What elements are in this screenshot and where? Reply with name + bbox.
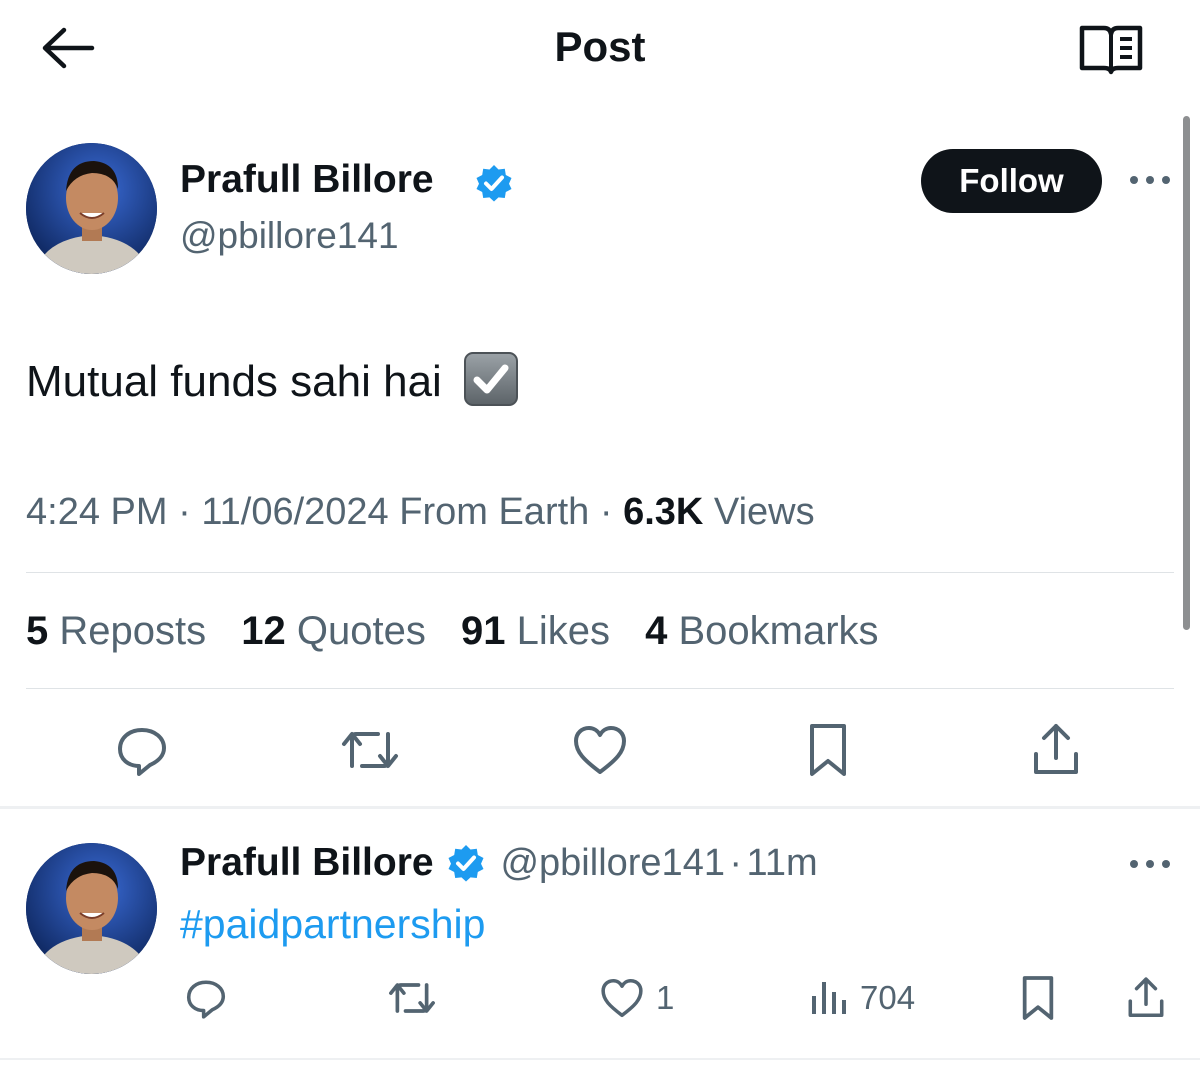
page-title: Post bbox=[554, 23, 646, 70]
avatar[interactable] bbox=[26, 143, 157, 274]
avatar-image bbox=[26, 843, 157, 974]
bookmark-icon bbox=[810, 724, 846, 776]
reply-button[interactable] bbox=[108, 716, 176, 784]
repost-icon bbox=[342, 732, 398, 768]
reply-author-name[interactable]: Prafull Billore bbox=[180, 840, 434, 886]
reply-repost-button[interactable] bbox=[386, 970, 438, 1026]
reply-bookmark-button[interactable] bbox=[1018, 970, 1058, 1026]
more-options-icon[interactable] bbox=[1128, 170, 1172, 190]
reply-share-button[interactable] bbox=[1124, 970, 1168, 1026]
share-icon bbox=[1128, 977, 1164, 1018]
post-meta: 4:24 PM · 11/06/2024 From Earth · 6.3K V… bbox=[26, 491, 815, 533]
reply-more-options-icon[interactable] bbox=[1128, 854, 1172, 874]
section-divider bbox=[0, 806, 1200, 809]
post-text-content: Mutual funds sahi hai bbox=[26, 357, 442, 406]
repost-button[interactable] bbox=[336, 716, 404, 784]
like-icon bbox=[574, 726, 626, 774]
stat-reposts[interactable]: 5 Reposts bbox=[26, 609, 206, 653]
reply-separator: · bbox=[729, 842, 743, 884]
verified-badge-icon bbox=[474, 163, 514, 203]
reply-avatar[interactable] bbox=[26, 843, 157, 974]
divider bbox=[26, 572, 1174, 573]
views-count: 6.3K bbox=[623, 491, 704, 533]
reply-hashtag[interactable]: #paidpartnership bbox=[180, 898, 485, 950]
post-text: Mutual funds sahi hai bbox=[26, 352, 519, 410]
author-name[interactable]: Prafull Billore bbox=[180, 157, 434, 203]
reply-like-button[interactable]: 1 bbox=[598, 970, 674, 1026]
views-icon bbox=[812, 982, 846, 1014]
reply-handle[interactable]: @pbillore141 bbox=[500, 842, 725, 884]
share-icon bbox=[1034, 724, 1078, 774]
follow-button[interactable]: Follow bbox=[921, 149, 1102, 213]
post-source: From Earth bbox=[399, 491, 590, 533]
reply-time[interactable]: 11m bbox=[747, 842, 818, 884]
reply-icon bbox=[118, 728, 166, 776]
reply-reply-button[interactable] bbox=[184, 970, 228, 1026]
stat-bookmarks[interactable]: 4 Bookmarks bbox=[645, 609, 878, 653]
like-icon bbox=[601, 978, 643, 1018]
repost-icon bbox=[389, 983, 435, 1013]
share-button[interactable] bbox=[1022, 716, 1090, 784]
bottom-divider bbox=[0, 1058, 1200, 1060]
like-button[interactable] bbox=[566, 716, 634, 784]
post-time[interactable]: 4:24 PM bbox=[26, 491, 168, 533]
post-date[interactable]: 11/06/2024 bbox=[201, 491, 388, 533]
author-handle[interactable]: @pbillore141 bbox=[180, 214, 399, 258]
avatar-image bbox=[26, 143, 157, 274]
check-mark-button-emoji bbox=[464, 352, 519, 406]
bookmark-button[interactable] bbox=[794, 716, 862, 784]
reply-view-count: 704 bbox=[860, 979, 916, 1016]
scrollbar[interactable] bbox=[1183, 116, 1190, 630]
bookmark-icon bbox=[1022, 976, 1054, 1020]
views-label: Views bbox=[713, 491, 815, 533]
reader-mode-icon bbox=[1079, 25, 1143, 75]
divider bbox=[26, 688, 1174, 689]
reader-mode-button[interactable] bbox=[1076, 20, 1146, 76]
engagement-stats: 5 Reposts 12 Quotes 91 Likes 4 Bookmarks bbox=[26, 606, 903, 656]
reply-views-button[interactable]: 704 bbox=[810, 970, 915, 1026]
stat-quotes[interactable]: 12 Quotes bbox=[241, 609, 426, 653]
reply-icon bbox=[186, 980, 226, 1019]
verified-badge-icon bbox=[446, 843, 486, 883]
stat-likes[interactable]: 91 Likes bbox=[461, 609, 610, 653]
reply-header: Prafull Billore @pbillore141 · 11m bbox=[180, 840, 818, 886]
reply-like-count: 1 bbox=[656, 979, 675, 1016]
